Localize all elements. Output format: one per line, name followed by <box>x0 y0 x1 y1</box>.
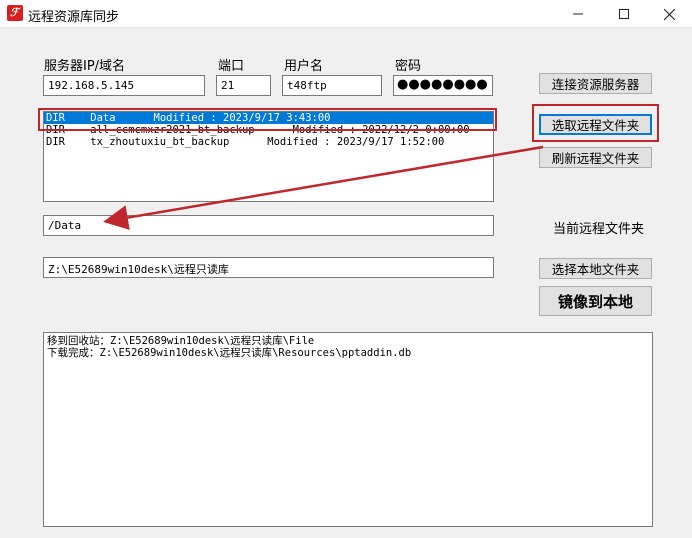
annotation-arrow <box>103 145 544 230</box>
